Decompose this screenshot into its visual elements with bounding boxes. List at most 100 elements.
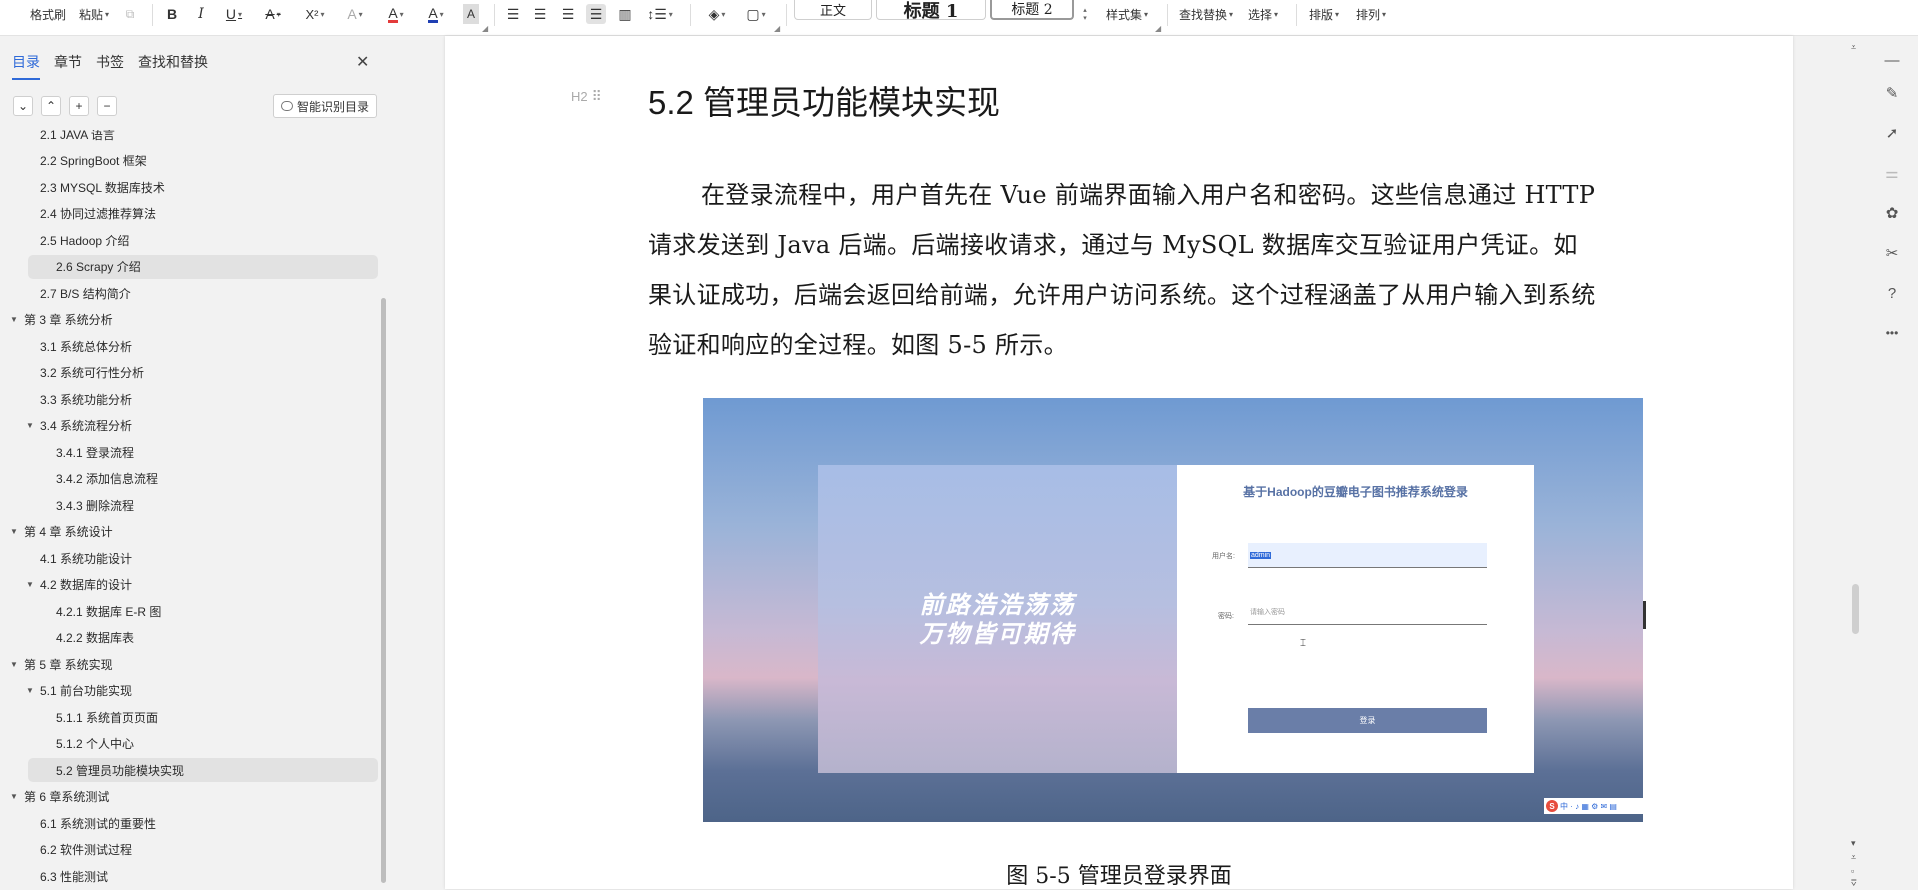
toc-item[interactable]: ▼ 第 5 章 系统实现 xyxy=(10,652,113,676)
toc-item[interactable]: 4.2.1 数据库 E-R 图 xyxy=(42,599,161,623)
scroll-top-icon[interactable]: ⩡ xyxy=(1851,42,1856,53)
toc-item-label: 2.7 B/S 结构简介 xyxy=(40,286,131,301)
justify-icon[interactable]: ☰ xyxy=(586,4,606,24)
text-effect-button[interactable]: A ▾ xyxy=(343,4,367,24)
highlight-button[interactable]: A ▾ xyxy=(421,4,451,24)
toc-item[interactable]: 6.1 系统测试的重要性 xyxy=(26,811,156,835)
drag-handle-icon[interactable]: ⠿ xyxy=(592,88,602,104)
prev-page-icon[interactable]: ⩡ xyxy=(1851,852,1856,863)
ai-assist-icon[interactable]: ✿ xyxy=(1882,203,1902,223)
tab-chapters[interactable]: 章节 xyxy=(54,52,82,80)
toc-item[interactable]: 3.4.2 添加信息流程 xyxy=(42,467,158,491)
toc-item[interactable]: ▼ 4.2 数据库的设计 xyxy=(26,573,132,597)
toc-item[interactable]: 6.3 性能测试 xyxy=(26,864,108,888)
font-color-button[interactable]: A ▾ xyxy=(381,4,411,24)
style-scroll-icon[interactable]: ▴ ▾ xyxy=(1080,2,1090,26)
edit-pen-icon[interactable]: ✎ xyxy=(1882,83,1902,103)
paragraph-group-expand-icon[interactable]: ◢ xyxy=(774,24,780,33)
toc-item[interactable]: ▼ 第 6 章系统测试 xyxy=(10,785,109,809)
remove-heading-icon[interactable]: − xyxy=(97,96,117,116)
expand-triangle-icon[interactable]: ▼ xyxy=(26,421,40,430)
toc-item[interactable]: 4.2.2 数据库表 xyxy=(42,626,134,650)
italic-button[interactable]: I xyxy=(194,4,208,24)
toc-item[interactable]: 4.1 系统功能设计 xyxy=(26,546,132,570)
expand-triangle-icon[interactable]: ▼ xyxy=(10,660,24,669)
toc-item[interactable]: 2.5 Hadoop 介绍 xyxy=(26,228,129,252)
style-heading-1[interactable]: 标题 1 xyxy=(876,0,986,22)
arrange-button[interactable]: 排列 ▾ xyxy=(1356,0,1386,28)
section-heading[interactable]: 5.2 管理员功能模块实现 xyxy=(648,76,1000,124)
select-button[interactable]: 选择 ▾ xyxy=(1248,0,1278,28)
toc-item[interactable]: 2.4 协同过滤推荐算法 xyxy=(26,202,156,226)
format-painter-button[interactable]: 格式刷 xyxy=(30,0,66,28)
tab-toc[interactable]: 目录 xyxy=(12,52,40,80)
toc-scrollbar[interactable] xyxy=(381,298,386,883)
copy-icon[interactable]: ⧉ xyxy=(122,4,138,24)
align-center-icon[interactable]: ☰ xyxy=(532,4,548,24)
add-heading-icon[interactable]: + xyxy=(69,96,89,116)
distributed-align-icon[interactable]: ▥ xyxy=(616,4,634,24)
page-icon[interactable]: ▫ xyxy=(1851,866,1854,876)
toc-item[interactable]: 5.1.2 个人中心 xyxy=(42,732,134,756)
toc-item[interactable]: 2.1 JAVA 语言 xyxy=(26,130,115,146)
expand-triangle-icon[interactable]: ▼ xyxy=(26,580,40,589)
tab-bookmarks[interactable]: 书签 xyxy=(96,52,124,80)
figure-login-screenshot[interactable]: 前路浩浩荡荡 万物皆可期待 基于Hadoop的豆瓣电子图书推荐系统登录 用户名:… xyxy=(703,398,1643,822)
body-paragraph[interactable]: 在登录流程中，用户首先在 Vue 前端界面输入用户名和密码。这些信息通过 HTT… xyxy=(648,170,1598,370)
toc-item[interactable]: 3.2 系统可行性分析 xyxy=(26,361,144,385)
toc-item[interactable]: ▼ 5.1 前台功能实现 xyxy=(26,679,132,703)
toc-item[interactable]: 6.2 软件测试过程 xyxy=(26,838,132,862)
underline-button[interactable]: U ▾ xyxy=(222,4,246,24)
line-spacing-icon[interactable]: ↕☰ ▾ xyxy=(646,4,674,24)
toc-item[interactable]: 3.4.1 登录流程 xyxy=(42,440,134,464)
expand-up-icon[interactable]: ⌃ xyxy=(41,96,61,116)
tools-icon[interactable]: ✂ xyxy=(1882,243,1902,263)
layout-button[interactable]: 排版 ▾ xyxy=(1309,0,1339,28)
style-heading-2[interactable]: 标题 2 xyxy=(990,0,1074,20)
toc-item[interactable]: 5.2 管理员功能模块实现 xyxy=(28,758,378,782)
more-icon[interactable]: ••• xyxy=(1882,323,1902,343)
document-scrollbar[interactable] xyxy=(1852,584,1859,634)
style-normal[interactable]: 正文 xyxy=(794,0,872,20)
smart-toc-button[interactable]: 智能识别目录 xyxy=(273,94,377,118)
select-pointer-icon[interactable]: ➚ xyxy=(1882,123,1902,143)
font-group-expand-icon[interactable]: ◢ xyxy=(482,24,488,33)
expand-triangle-icon[interactable]: ▼ xyxy=(10,792,24,801)
toc-item[interactable]: ▼ 3.4 系统流程分析 xyxy=(26,414,132,438)
shading-icon[interactable]: ◈ ▾ xyxy=(703,4,731,24)
adjust-icon[interactable]: ⚌ xyxy=(1882,163,1902,183)
toc-item[interactable]: 3.3 系统功能分析 xyxy=(26,387,132,411)
strikethrough-button[interactable]: A ▾ xyxy=(261,4,285,24)
expand-triangle-icon[interactable]: ▼ xyxy=(10,527,24,536)
heading-level-marker[interactable]: H2 ⠿ xyxy=(571,88,602,105)
superscript-button[interactable]: X² ▾ xyxy=(302,4,328,24)
toc-item[interactable]: 3.4.3 删除流程 xyxy=(42,493,134,517)
scroll-down-icon[interactable]: ▾ xyxy=(1851,838,1856,849)
tab-find-replace[interactable]: 查找和替换 xyxy=(138,52,208,80)
bold-button[interactable]: B xyxy=(164,4,180,24)
toc-item[interactable]: 2.6 Scrapy 介绍 xyxy=(28,254,378,279)
minus-icon[interactable]: — xyxy=(1882,50,1902,70)
toc-item[interactable]: 3.1 系统总体分析 xyxy=(26,334,132,358)
paste-button[interactable]: 粘贴 ▾ xyxy=(79,0,109,28)
help-icon[interactable]: ? xyxy=(1882,283,1902,303)
find-replace-button[interactable]: 查找替换 ▾ xyxy=(1179,0,1233,28)
style-group-expand-icon[interactable]: ◢ xyxy=(1155,24,1161,33)
expand-triangle-icon[interactable]: ▼ xyxy=(26,686,40,695)
toc-item[interactable]: ▼ 第 4 章 系统设计 xyxy=(10,520,113,544)
char-shading-button[interactable]: A xyxy=(463,4,479,24)
style-set-button[interactable]: 样式集 ▾ xyxy=(1106,0,1148,28)
close-icon[interactable]: ✕ xyxy=(356,52,369,72)
next-page-icon[interactable]: ⩢ xyxy=(1851,878,1856,889)
border-icon[interactable]: ▢ ▾ xyxy=(742,4,770,24)
toc-item[interactable]: ▼ 第 3 章 系统分析 xyxy=(10,308,113,332)
collapse-all-icon[interactable]: ⌄ xyxy=(13,96,33,116)
toc-item[interactable]: 2.7 B/S 结构简介 xyxy=(26,281,131,305)
toc-item[interactable]: 2.2 SpringBoot 框架 xyxy=(26,149,147,173)
align-right-icon[interactable]: ☰ xyxy=(560,4,576,24)
align-left-icon[interactable]: ☰ xyxy=(505,4,521,24)
toc-item[interactable]: 5.1.1 系统首页页面 xyxy=(42,705,158,729)
figure-caption[interactable]: 图 5-5 管理员登录界面 xyxy=(445,858,1793,890)
toc-item[interactable]: 2.3 MYSQL 数据库技术 xyxy=(26,175,165,199)
expand-triangle-icon[interactable]: ▼ xyxy=(10,315,24,324)
